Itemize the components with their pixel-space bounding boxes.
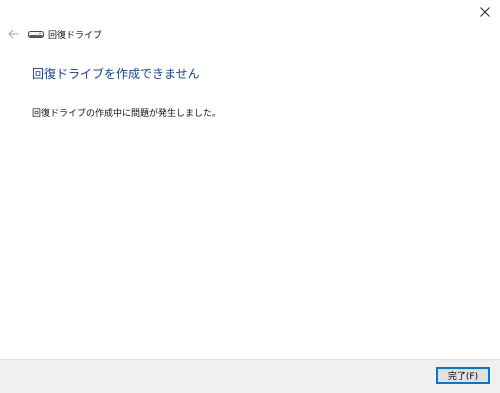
back-arrow-icon (8, 29, 19, 39)
title-bar: 回復ドライブ (0, 24, 102, 44)
drive-icon (28, 28, 44, 40)
finish-button[interactable]: 完了(F) (436, 367, 490, 384)
page-title: 回復ドライブを作成できません (32, 67, 200, 81)
app-title: 回復ドライブ (48, 30, 103, 41)
back-button[interactable] (3, 24, 25, 44)
footer-bar: 完了(F) (0, 359, 500, 393)
close-icon (480, 7, 490, 17)
close-button[interactable] (470, 0, 500, 24)
recovery-drive-window: 回復ドライブ 回復ドライブを作成できません 回復ドライブの作成中に問題が発生しま… (0, 0, 500, 393)
error-message: 回復ドライブの作成中に問題が発生しました。 (32, 109, 222, 119)
